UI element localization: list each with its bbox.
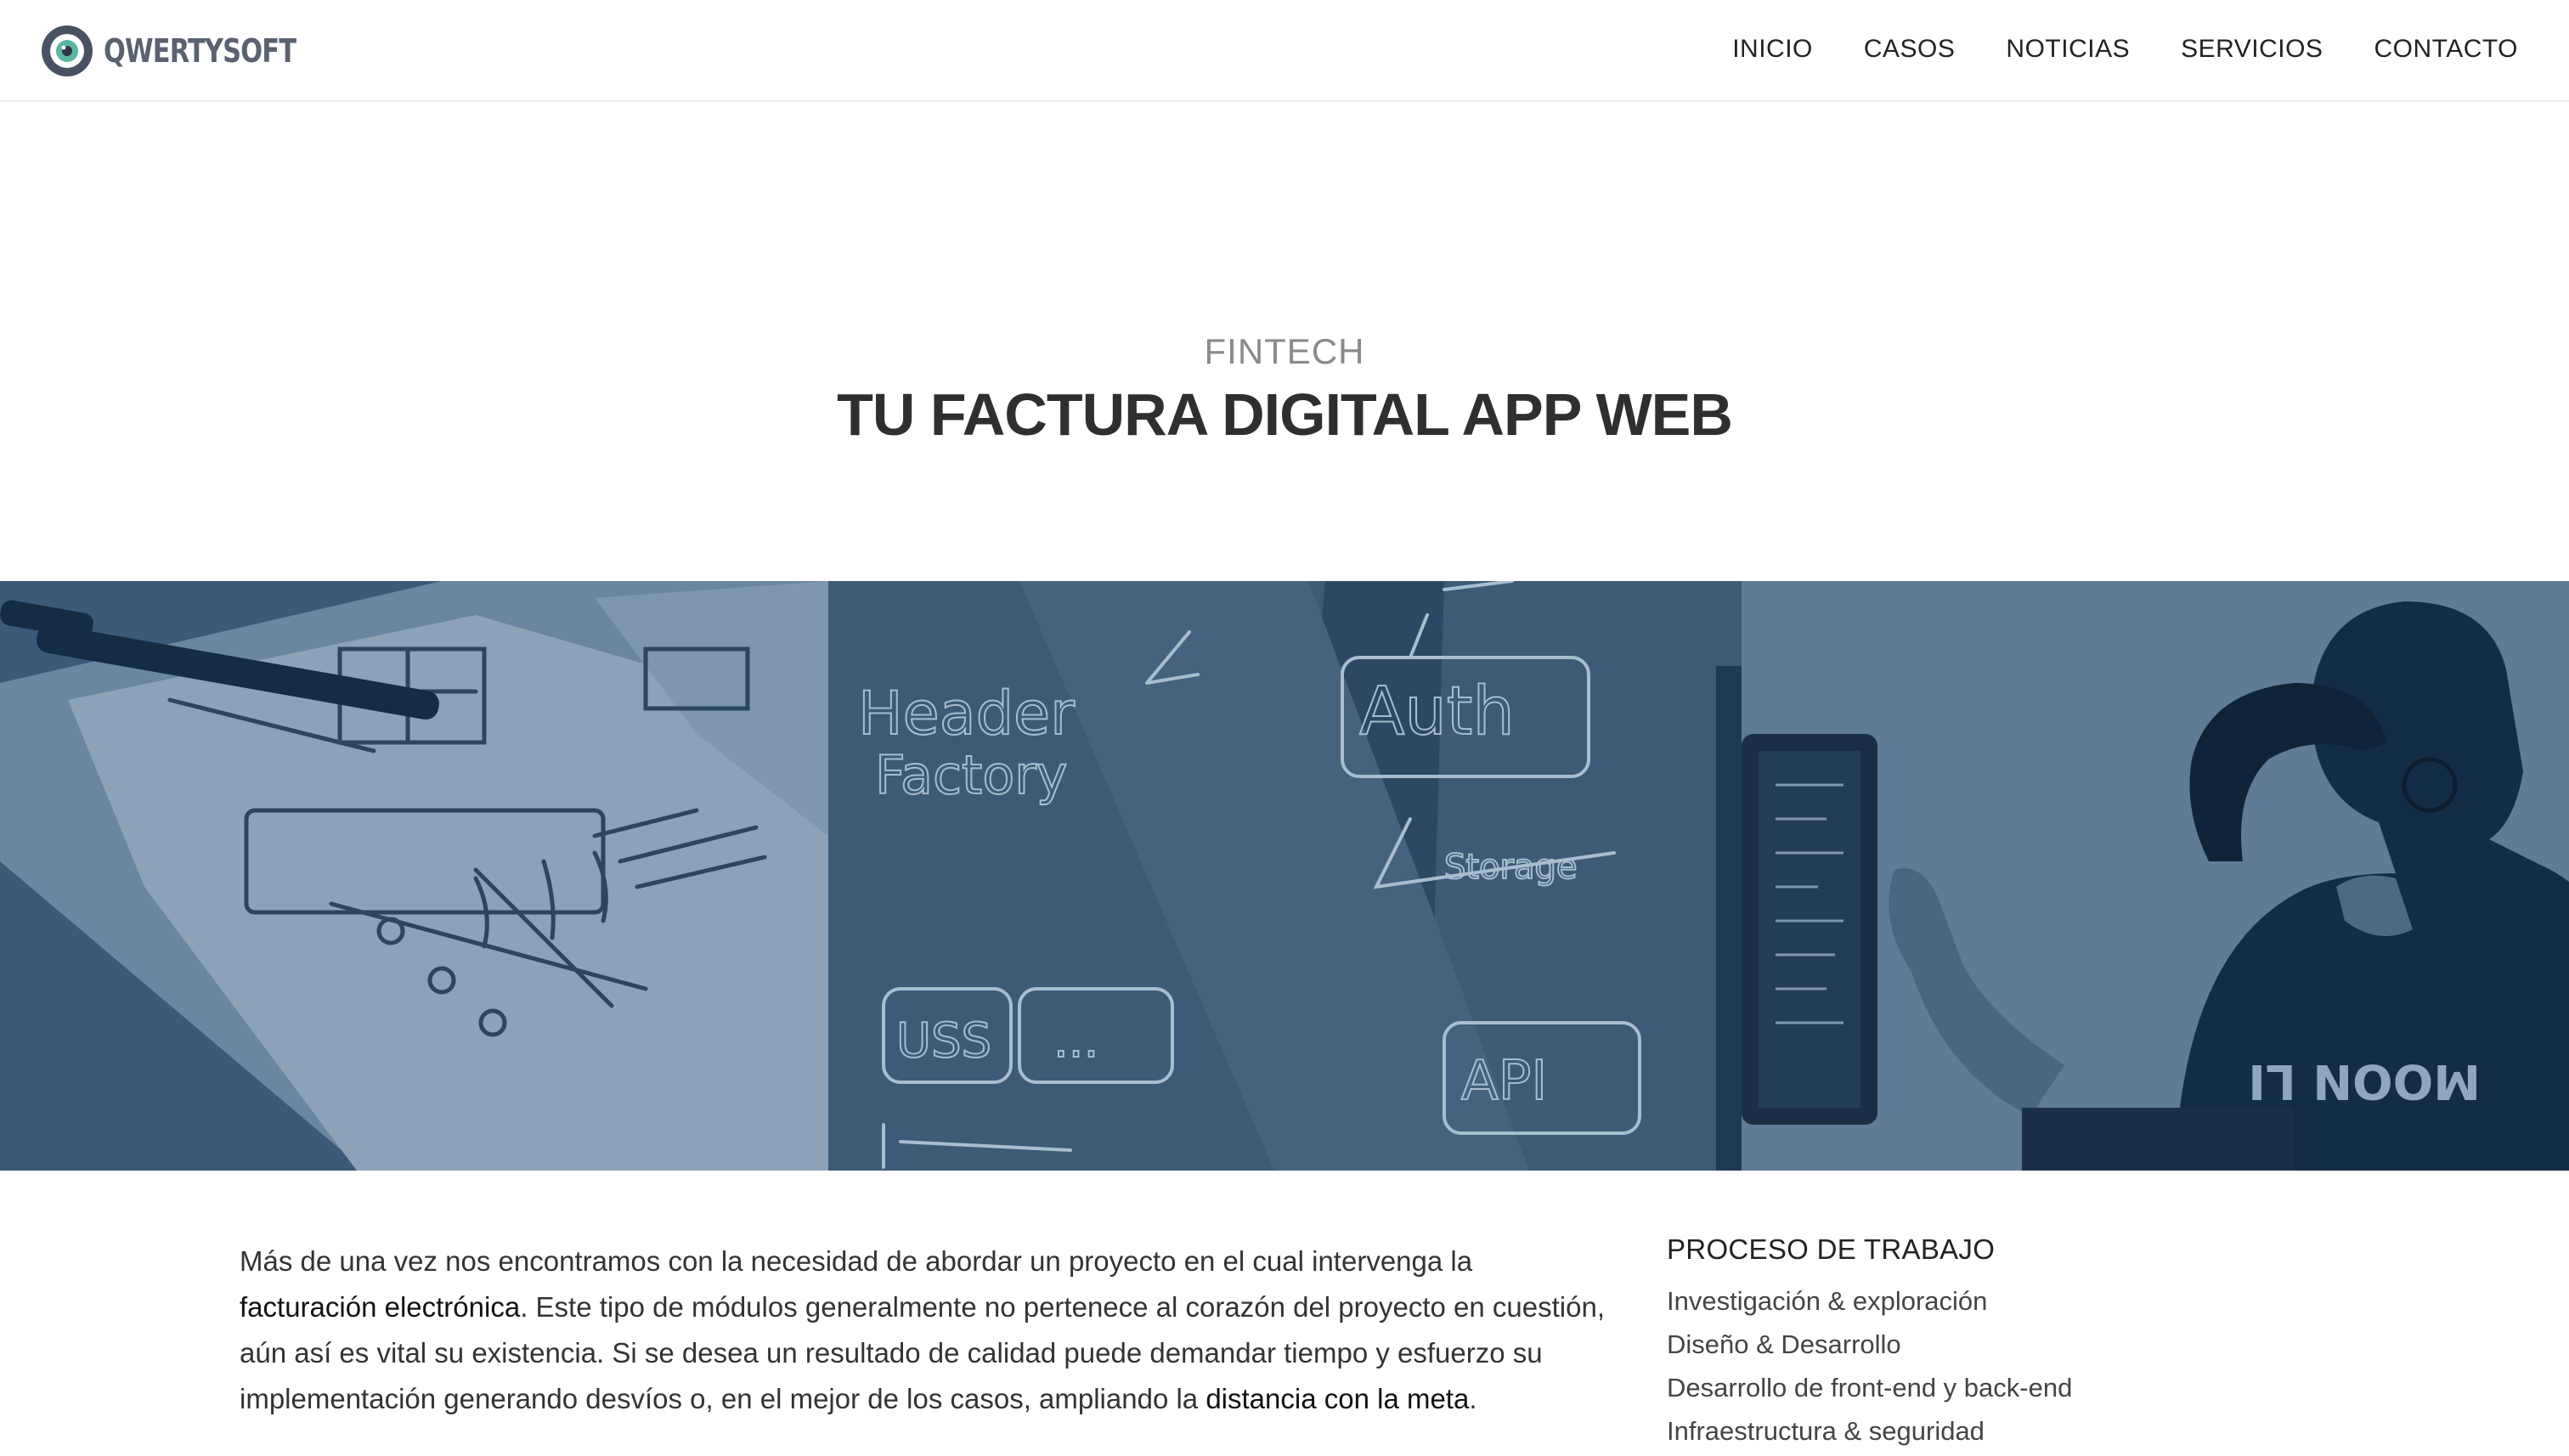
site-header: QWERTYSOFT INICIO CASOS NOTICIAS SERVICI…	[0, 0, 2569, 102]
page-title: TU FACTURA DIGITAL APP WEB	[837, 381, 1733, 448]
brand-name: QWERTYSOFT	[104, 32, 296, 70]
svg-text:API: API	[1461, 1050, 1547, 1113]
nav-inicio[interactable]: INICIO	[1732, 35, 1813, 64]
process-title: PROCESO DE TRABAJO	[1667, 1233, 1996, 1265]
intro-highlight-2: distancia con la meta	[1205, 1383, 1470, 1414]
intro-paragraph: Más de una vez nos encontramos con la ne…	[240, 1239, 1616, 1422]
main-nav: INICIO CASOS NOTICIAS SERVICIOS CONTACTO	[1681, 0, 2518, 99]
nav-noticias[interactable]: NOTICIAS	[2006, 35, 2130, 64]
hero-image: Header Factory Auth Storage USS ... API	[0, 581, 2569, 1171]
nav-casos[interactable]: CASOS	[1864, 35, 1956, 64]
process-item-research: Investigación & exploración	[1667, 1286, 1988, 1316]
svg-text:Storage: Storage	[1444, 848, 1578, 887]
process-item-infrastructure: Infraestructura & seguridad	[1667, 1416, 1985, 1446]
person-panel: MOON LI	[1742, 581, 2569, 1171]
svg-text:USS: USS	[896, 1013, 991, 1069]
nav-contacto[interactable]: CONTACTO	[2374, 35, 2518, 64]
nav-servicios[interactable]: SERVICIOS	[2181, 35, 2323, 64]
svg-text:Header: Header	[858, 679, 1075, 748]
intro-text-1: Más de una vez nos encontramos con la ne…	[240, 1245, 1473, 1277]
svg-text:...: ...	[1053, 1013, 1098, 1069]
svg-text:Auth: Auth	[1359, 674, 1515, 750]
process-list: Investigación & exploración Diseño & Des…	[1667, 1279, 2261, 1453]
category-label: FINTECH	[1204, 331, 1365, 371]
process-item-development: Desarrollo de front-end y back-end	[1667, 1373, 2073, 1402]
process-sidebar: PROCESO DE TRABAJO Investigación & explo…	[1667, 1233, 2261, 1453]
sketch-panel	[0, 581, 828, 1171]
logo[interactable]: QWERTYSOFT	[39, 22, 344, 80]
intro-text-3: .	[1469, 1383, 1477, 1414]
svg-text:Factory: Factory	[875, 744, 1067, 806]
whiteboard-panel: Header Factory Auth Storage USS ... API	[828, 581, 1742, 1171]
eye-logo-icon	[42, 25, 93, 76]
process-item-design: Diseño & Desarrollo	[1667, 1329, 1901, 1359]
svg-text:MOON LI: MOON LI	[2248, 1053, 2481, 1109]
intro-highlight-1: facturación electrónica	[240, 1291, 521, 1323]
